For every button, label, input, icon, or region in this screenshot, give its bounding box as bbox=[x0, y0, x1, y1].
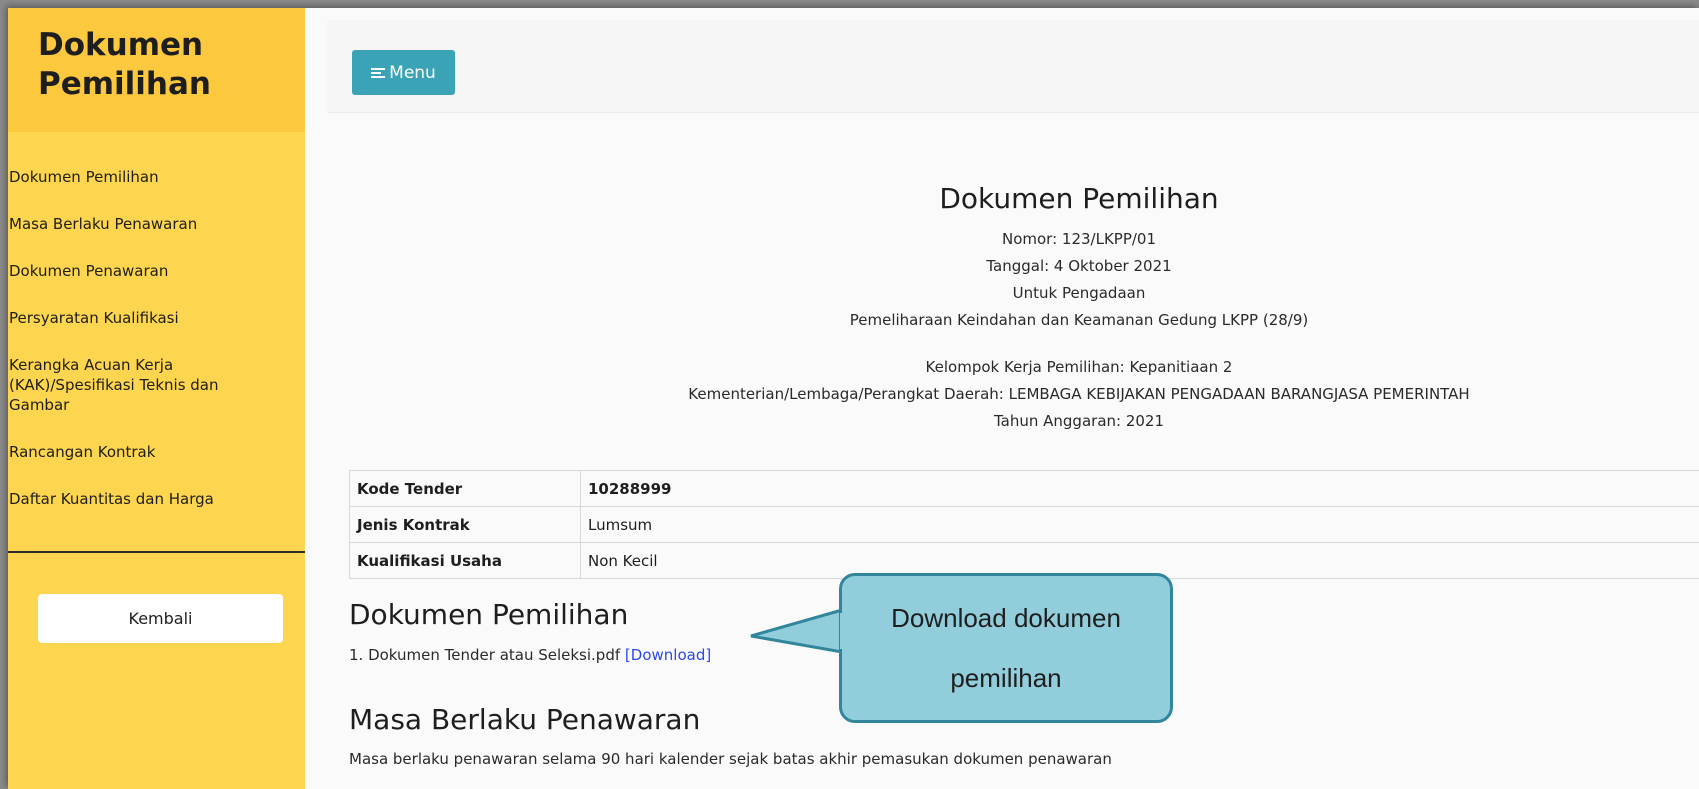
sidebar-item-rancangan-kontrak[interactable]: Rancangan Kontrak bbox=[8, 442, 273, 462]
sidebar-divider bbox=[8, 551, 305, 553]
sidebar-item-dokumen-penawaran[interactable]: Dokumen Penawaran bbox=[8, 261, 273, 281]
info-key: Jenis Kontrak bbox=[349, 506, 581, 543]
sidebar-item-persyaratan-kualifikasi[interactable]: Persyaratan Kualifikasi bbox=[8, 308, 273, 328]
document-pengadaan: Pemeliharaan Keindahan dan Keamanan Gedu… bbox=[849, 311, 1309, 329]
document-heading: Dokumen Pemilihan bbox=[939, 182, 1219, 215]
sidebar-nav: Dokumen Pemilihan Masa Berlaku Penawaran… bbox=[8, 132, 305, 509]
document-tanggal: Tanggal: 4 Oktober 2021 bbox=[986, 257, 1172, 275]
section-title-dokumen: Dokumen Pemilihan bbox=[349, 598, 629, 631]
sidebar-item-kak[interactable]: Kerangka Acuan Kerja (KAK)/Spesifikasi T… bbox=[8, 355, 273, 415]
info-key: Kualifikasi Usaha bbox=[349, 542, 581, 579]
sidebar: Dokumen Pemilihan Dokumen Pemilihan Masa… bbox=[8, 8, 305, 789]
sidebar-title-line1: Dokumen bbox=[38, 27, 204, 63]
menu-button[interactable]: Menu bbox=[352, 50, 455, 95]
menu-button-label: Menu bbox=[389, 62, 436, 83]
callout-joint bbox=[840, 613, 846, 649]
download-link[interactable]: [Download] bbox=[625, 646, 711, 664]
table-row: Kode Tender 10288999 bbox=[349, 470, 1699, 507]
masa-berlaku-text: Masa berlaku penawaran selama 90 hari ka… bbox=[349, 750, 1112, 768]
back-button[interactable]: Kembali bbox=[38, 594, 283, 643]
info-key: Kode Tender bbox=[349, 470, 581, 507]
document-untuk: Untuk Pengadaan bbox=[1012, 284, 1146, 302]
sidebar-item-daftar-kuantitas[interactable]: Daftar Kuantitas dan Harga bbox=[8, 489, 273, 509]
section-title-masa: Masa Berlaku Penawaran bbox=[349, 703, 701, 736]
sidebar-item-masa-berlaku-penawaran[interactable]: Masa Berlaku Penawaran bbox=[8, 214, 273, 234]
callout-text-line2: pemilihan bbox=[950, 663, 1062, 693]
sidebar-header: Dokumen Pemilihan bbox=[8, 8, 305, 132]
callout-text-line1: Download dokumen bbox=[891, 603, 1121, 633]
document-tahun: Tahun Anggaran: 2021 bbox=[993, 412, 1165, 430]
sidebar-item-dokumen-pemilihan[interactable]: Dokumen Pemilihan bbox=[8, 167, 273, 187]
hamburger-icon bbox=[371, 67, 386, 79]
info-table: Kode Tender 10288999 Jenis Kontrak Lumsu… bbox=[349, 470, 1699, 579]
document-kldi: Kementerian/Lembaga/Perangkat Daerah: LE… bbox=[688, 385, 1470, 403]
document-pokja: Kelompok Kerja Pemilihan: Kepanitiaan 2 bbox=[925, 358, 1233, 376]
topbar: Menu bbox=[327, 20, 1699, 113]
table-row: Jenis Kontrak Lumsum bbox=[349, 506, 1699, 543]
document-file-line: 1. Dokumen Tender atau Seleksi.pdf [Down… bbox=[349, 646, 711, 664]
info-value: 10288999 bbox=[580, 470, 1699, 507]
info-value: Lumsum bbox=[580, 506, 1699, 543]
app-window: Dokumen Pemilihan Dokumen Pemilihan Masa… bbox=[8, 8, 1699, 789]
document-file-name: 1. Dokumen Tender atau Seleksi.pdf bbox=[349, 646, 621, 664]
callout-pointer bbox=[750, 608, 844, 654]
sidebar-title-line2: Pemilihan bbox=[38, 66, 211, 102]
callout-box: Download dokumen pemilihan bbox=[839, 573, 1173, 723]
document-nomor: Nomor: 123/LKPP/01 bbox=[1001, 230, 1157, 248]
